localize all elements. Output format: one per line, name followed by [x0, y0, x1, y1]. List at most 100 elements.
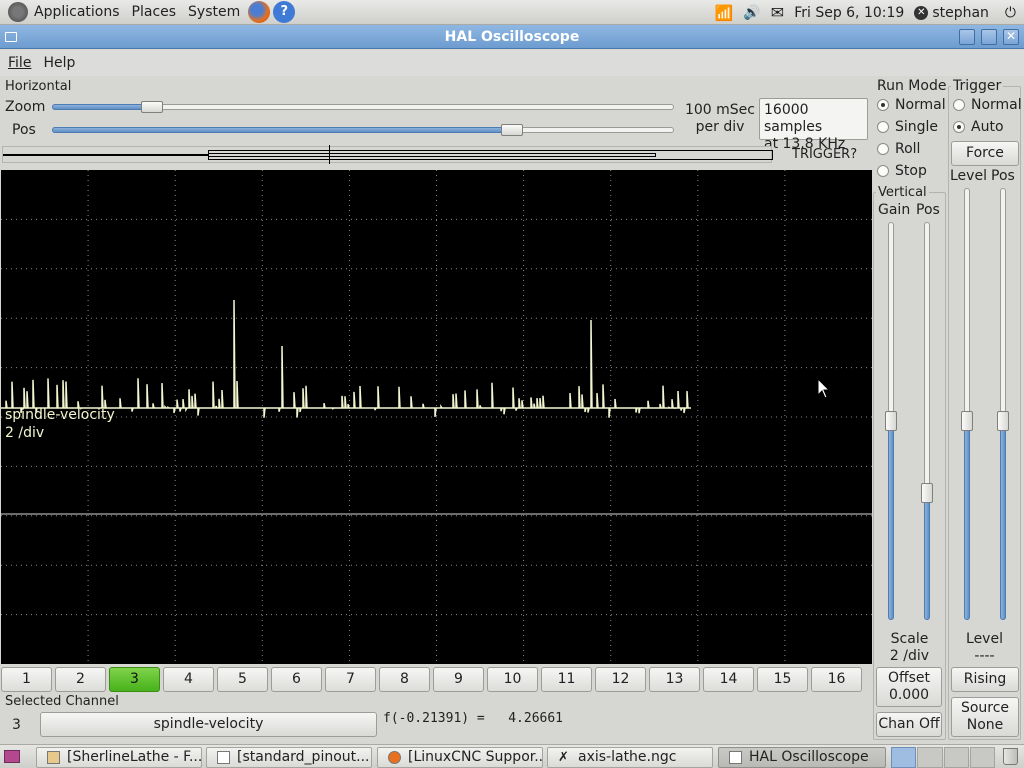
- gnome-foot-icon[interactable]: [8, 2, 28, 22]
- source-button[interactable]: Source None: [951, 697, 1019, 737]
- help-menu[interactable]: Help: [35, 55, 79, 71]
- trigger-pos-slider-thumb[interactable]: [997, 411, 1009, 432]
- user-status-icon[interactable]: ✕: [914, 5, 929, 20]
- channel-button-16[interactable]: 16: [811, 667, 862, 692]
- task-axis-lathe[interactable]: ✗ axis-lathe.ngc: [547, 747, 713, 768]
- scale-value: 2 /div: [889, 648, 930, 664]
- workspace-switcher[interactable]: [891, 747, 995, 768]
- user-name[interactable]: stephan: [932, 5, 989, 21]
- top-panel: Applications Places System ? 📶 🔊 ✉ Fri S…: [0, 0, 1024, 25]
- channel-button-14[interactable]: 14: [703, 667, 754, 692]
- horizontal-label: Horizontal: [5, 79, 72, 94]
- offset-button[interactable]: Offset 0.000: [876, 667, 942, 707]
- channel-button-15[interactable]: 15: [757, 667, 808, 692]
- window-title: HAL Oscilloscope: [444, 29, 580, 45]
- applications-menu[interactable]: Applications: [28, 0, 126, 25]
- workspace-1[interactable]: [891, 747, 917, 768]
- channel-button-7[interactable]: 7: [325, 667, 376, 692]
- channel-button-6[interactable]: 6: [271, 667, 322, 692]
- channel-name-label: spindle-velocity: [5, 407, 115, 423]
- maximize-button[interactable]: [981, 29, 997, 45]
- folder-icon: [47, 751, 60, 764]
- trigger-level-slider-thumb[interactable]: [961, 411, 973, 432]
- places-menu[interactable]: Places: [126, 0, 183, 25]
- channel-button-5[interactable]: 5: [217, 667, 268, 692]
- force-button[interactable]: Force: [951, 141, 1019, 166]
- run-mode-roll-label: Roll: [895, 141, 921, 157]
- vertical-pos-slider-thumb[interactable]: [921, 482, 933, 503]
- vertical-pos-label: Pos: [916, 202, 940, 218]
- gain-slider-thumb[interactable]: [885, 411, 897, 431]
- run-mode-stop[interactable]: Stop: [877, 163, 927, 179]
- trigger-level-value: ----: [974, 648, 995, 664]
- trigger-auto-label: Auto: [971, 119, 1004, 135]
- close-button[interactable]: ✕: [1003, 29, 1019, 45]
- vertical-pos-slider-fill: [924, 492, 930, 620]
- task-linuxcnc-support[interactable]: [LinuxCNC Suppor...: [377, 747, 543, 768]
- show-desktop-icon[interactable]: [4, 750, 20, 763]
- channel-button-3[interactable]: 3: [109, 667, 160, 692]
- trigger-normal[interactable]: Normal: [953, 97, 1022, 113]
- window-menu-icon[interactable]: [5, 32, 17, 42]
- source-value: None: [966, 717, 1004, 733]
- task-label: [standard_pinout....: [237, 749, 372, 765]
- run-mode-single[interactable]: Single: [877, 119, 938, 135]
- run-mode-roll[interactable]: Roll: [877, 141, 920, 157]
- scope-grid: [1, 170, 872, 664]
- clock[interactable]: Fri Sep 6, 10:19: [794, 5, 904, 21]
- pos-slider-thumb[interactable]: [501, 124, 524, 136]
- minimize-button[interactable]: [959, 29, 975, 45]
- run-mode-normal-label: Normal: [895, 97, 946, 113]
- rate-line-2: per div: [695, 119, 745, 135]
- task-label: axis-lathe.ngc: [578, 749, 677, 765]
- channel-scale-label: 2 /div: [5, 425, 44, 441]
- wifi-icon[interactable]: 📶: [715, 4, 734, 22]
- samples-line-1: 16000 samples: [764, 102, 823, 135]
- channel-button-11[interactable]: 11: [541, 667, 592, 692]
- firefox-icon[interactable]: [248, 1, 271, 23]
- workspace-3[interactable]: [943, 747, 969, 768]
- firefox-icon: [388, 751, 401, 764]
- trigger-auto[interactable]: Auto: [953, 119, 1004, 135]
- task-sherlinelathe[interactable]: [SherlineLathe - F...: [36, 747, 202, 768]
- window-titlebar[interactable]: HAL Oscilloscope ✕: [0, 25, 1024, 49]
- rising-button[interactable]: Rising: [951, 667, 1019, 692]
- trigger-label: Trigger: [951, 78, 1004, 94]
- selected-channel-name-button[interactable]: spindle-velocity: [40, 712, 377, 737]
- radio-indicator: [953, 99, 965, 111]
- mouse-cursor-icon: [817, 377, 831, 399]
- run-mode-normal[interactable]: Normal: [877, 97, 946, 113]
- channel-button-9[interactable]: 9: [433, 667, 484, 692]
- workspace-4[interactable]: [969, 747, 995, 768]
- channel-button-13[interactable]: 13: [649, 667, 700, 692]
- workspace-2[interactable]: [917, 747, 943, 768]
- task-hal-oscilloscope[interactable]: HAL Oscilloscope: [718, 747, 886, 768]
- trigger-level-title: Level: [966, 631, 1003, 647]
- record-position-bar[interactable]: [2, 145, 773, 164]
- task-standard-pinout[interactable]: [standard_pinout....: [206, 747, 372, 768]
- channel-button-2[interactable]: 2: [55, 667, 106, 692]
- scope-display[interactable]: spindle-velocity 2 /div: [1, 170, 872, 664]
- channel-button-12[interactable]: 12: [595, 667, 646, 692]
- trash-icon[interactable]: [1003, 748, 1018, 765]
- system-menu[interactable]: System: [182, 0, 246, 25]
- cursor-readout: f(-0.21391) = 4.26661: [383, 711, 564, 726]
- channel-button-4[interactable]: 4: [163, 667, 214, 692]
- power-icon[interactable]: ⏻: [1005, 5, 1016, 21]
- rate-line-1: 100 mSec: [684, 102, 755, 118]
- vertical-label: Vertical: [876, 185, 929, 200]
- chan-off-button[interactable]: Chan Off: [876, 712, 942, 737]
- channel-button-8[interactable]: 8: [379, 667, 430, 692]
- zoom-slider-thumb[interactable]: [140, 101, 163, 113]
- channel-button-1[interactable]: 1: [1, 667, 52, 692]
- run-mode-label: Run Mode: [877, 78, 947, 94]
- volume-icon[interactable]: 🔊: [743, 5, 760, 21]
- radio-indicator: [953, 121, 965, 133]
- radio-indicator: [877, 165, 889, 177]
- gain-slider-fill: [888, 421, 894, 620]
- help-icon[interactable]: ?: [273, 1, 296, 23]
- source-label: Source: [960, 700, 1010, 716]
- channel-button-10[interactable]: 10: [487, 667, 538, 692]
- mail-icon[interactable]: ✉: [771, 3, 784, 22]
- file-menu[interactable]: File: [0, 55, 35, 71]
